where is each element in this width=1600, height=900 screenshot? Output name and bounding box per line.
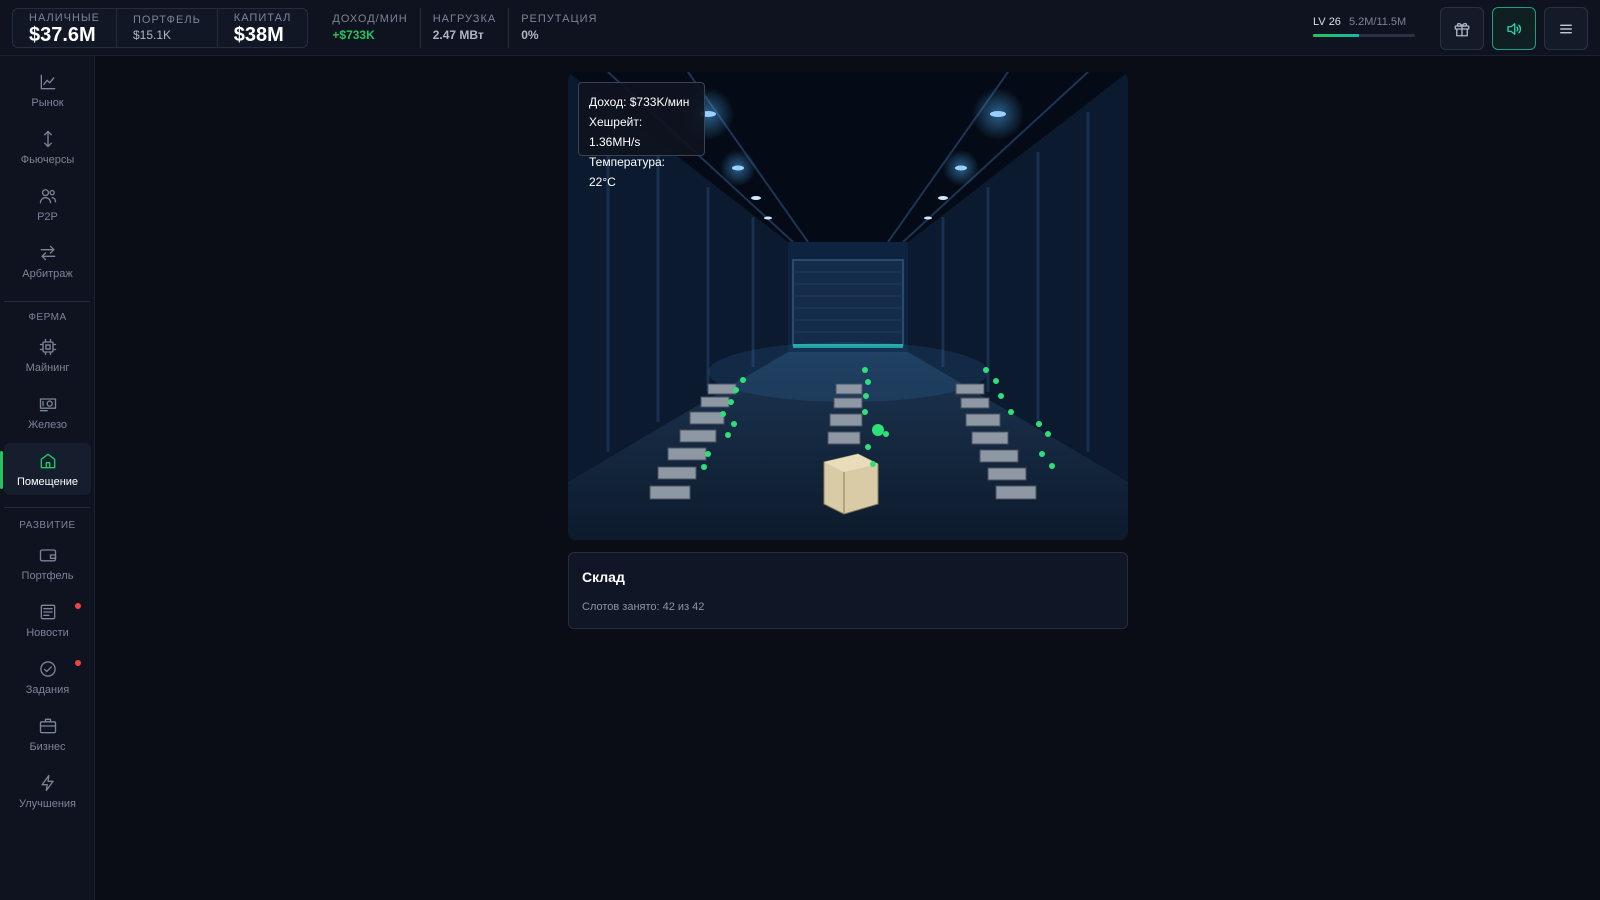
gift-button[interactable] <box>1440 7 1484 50</box>
sidebar-item-news[interactable]: Новости <box>4 594 91 646</box>
level-indicator: LV 26 5.2M/11.5M <box>1313 16 1417 37</box>
wallet-icon <box>39 548 56 561</box>
panel-title: Склад <box>582 569 625 585</box>
cash-stat: НАЛИЧНЫЕ $37.6M <box>13 8 117 47</box>
sidebar-item-tasks[interactable]: Задания <box>4 651 91 703</box>
section-label-farm: ФЕРМА <box>28 312 67 323</box>
xp-bar-fill <box>1313 34 1359 37</box>
reputation-stat: РЕПУТАЦИЯ 0% <box>509 8 609 48</box>
level-label: LV 26 <box>1313 16 1341 28</box>
xp-label: 5.2M/11.5M <box>1348 16 1407 28</box>
bolt-icon <box>41 774 54 791</box>
gift-icon <box>1454 22 1470 36</box>
sidebar-item-market[interactable]: Рынок <box>4 64 91 116</box>
slots-text: Слотов занято: 42 из 42 <box>582 601 705 613</box>
portfolio-stat: ПОРТФЕЛЬ $15.1K <box>117 8 218 47</box>
menu-icon <box>1560 24 1572 33</box>
tooltip-temperature: Температура: 22°C <box>589 155 666 189</box>
load-value: 2.47 МВт <box>432 28 484 42</box>
sidebar-item-label: Новости <box>26 626 69 639</box>
sidebar-divider <box>4 507 90 508</box>
sidebar-item-label: Рынок <box>31 96 64 109</box>
sidebar-item-label: Улучшения <box>18 797 77 810</box>
sidebar-item-label: Фьючерсы <box>20 153 75 166</box>
capital-value: $38M <box>233 23 284 46</box>
briefcase-icon <box>39 718 56 733</box>
notification-badge <box>75 603 81 609</box>
warehouse-info-panel: Склад Слотов занято: 42 из 42 <box>568 552 1128 629</box>
sidebar-item-upgrades[interactable]: Улучшения <box>4 765 91 817</box>
sidebar-item-futures[interactable]: Фьючерсы <box>4 121 91 173</box>
load-stat: НАГРУЗКА 2.47 МВт <box>421 7 510 48</box>
load-label: НАГРУЗКА <box>432 13 497 25</box>
section-label-development: РАЗВИТИЕ <box>19 520 76 531</box>
tooltip-income: Доход: $733K/мин <box>589 95 690 109</box>
arrows-vertical-icon <box>43 130 52 147</box>
money-group: НАЛИЧНЫЕ $37.6M ПОРТФЕЛЬ $15.1K КАПИТАЛ … <box>12 7 309 48</box>
sidebar-item-label: Помещение <box>16 475 79 488</box>
capital-label: КАПИТАЛ <box>233 11 292 24</box>
sidebar-item-label: Железо <box>27 418 68 431</box>
income-stat: ДОХОД/МИН +$733K <box>320 7 421 48</box>
cpu-icon <box>39 338 56 355</box>
sidebar-divider <box>4 301 90 302</box>
xp-bar <box>1313 34 1415 37</box>
stat-group: ДОХОД/МИН +$733K НАГРУЗКА 2.47 МВт РЕПУТ… <box>320 7 609 48</box>
reputation-label: РЕПУТАЦИЯ <box>521 13 598 25</box>
sidebar-item-premises[interactable]: Помещение <box>0 443 91 495</box>
sidebar: Рынок Фьючерсы P2P Арбитраж ФЕРМА Майнин… <box>0 56 95 900</box>
sidebar-item-label: Портфель <box>21 569 74 582</box>
income-label: ДОХОД/МИН <box>332 13 408 25</box>
stats-tooltip: Доход: $733K/мин Хешрейт: 1.36MH/s Темпе… <box>578 82 705 189</box>
notification-badge <box>75 660 81 666</box>
speaker-icon <box>1507 22 1522 35</box>
sidebar-item-label: Бизнес <box>29 740 66 753</box>
sidebar-item-label: Задания <box>25 683 70 696</box>
home-icon <box>40 453 55 468</box>
cash-label: НАЛИЧНЫЕ <box>29 11 100 24</box>
menu-button[interactable] <box>1544 7 1588 50</box>
chart-line-icon <box>40 74 55 89</box>
capital-stat: КАПИТАЛ $38M <box>218 9 308 47</box>
sidebar-item-label: Майнинг <box>25 361 70 374</box>
sidebar-item-mining[interactable]: Майнинг <box>4 329 91 381</box>
check-circle-icon <box>39 660 56 677</box>
portfolio-value: $15.1K <box>133 27 172 42</box>
portfolio-label: ПОРТФЕЛЬ <box>133 13 201 26</box>
sidebar-item-p2p[interactable]: P2P <box>4 178 91 230</box>
sidebar-item-portfolio[interactable]: Портфель <box>4 537 91 589</box>
sidebar-item-arbitrage[interactable]: Арбитраж <box>4 235 91 287</box>
sidebar-item-hardware[interactable]: Железо <box>4 386 91 438</box>
income-value: +$733K <box>332 28 375 42</box>
reputation-value: 0% <box>521 28 539 42</box>
sidebar-item-label: P2P <box>37 210 58 223</box>
tooltip-hashrate: Хешрейт: 1.36MH/s <box>589 115 643 149</box>
swap-icon <box>40 245 55 260</box>
news-icon <box>40 604 55 619</box>
sidebar-item-label: Арбитраж <box>22 267 73 280</box>
users-icon <box>39 188 56 203</box>
sound-button[interactable] <box>1492 7 1536 50</box>
gpu-icon <box>39 397 56 411</box>
sidebar-item-business[interactable]: Бизнес <box>4 708 91 760</box>
cash-value: $37.6M <box>29 23 96 46</box>
